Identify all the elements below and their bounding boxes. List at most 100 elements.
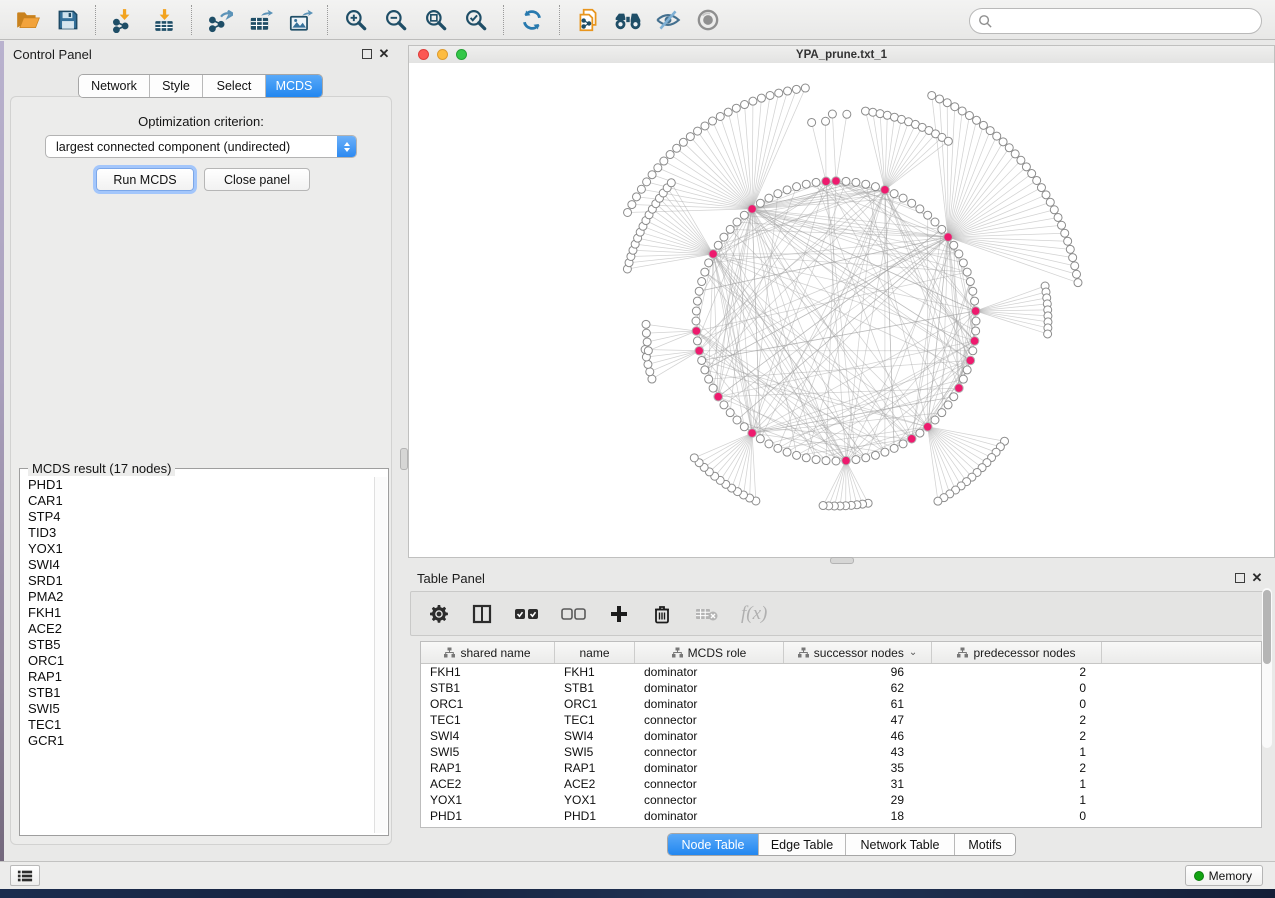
zoom-selected-button[interactable] bbox=[458, 3, 494, 37]
first-neighbors-button[interactable] bbox=[610, 3, 646, 37]
control-panel-title: Control Panel bbox=[13, 47, 92, 62]
mcds-result-item[interactable]: PHD1 bbox=[28, 477, 374, 493]
cell-shared_name: SWI5 bbox=[421, 745, 555, 759]
export-image-button[interactable] bbox=[282, 3, 318, 37]
mcds-result-item[interactable]: FKH1 bbox=[28, 605, 374, 621]
table-row[interactable]: SWI4SWI4dominator462 bbox=[421, 728, 1261, 744]
float-panel-icon[interactable] bbox=[362, 49, 372, 59]
mcds-result-item[interactable]: CAR1 bbox=[28, 493, 374, 509]
mcds-result-item[interactable]: YOX1 bbox=[28, 541, 374, 557]
close-panel-button[interactable]: Close panel bbox=[204, 168, 310, 191]
mcds-result-item[interactable]: GCR1 bbox=[28, 733, 374, 749]
import-table-button[interactable] bbox=[146, 3, 182, 37]
table-panel-title: Table Panel bbox=[417, 571, 485, 586]
cell-name: RAP1 bbox=[555, 761, 635, 775]
toolbar-separator bbox=[559, 5, 561, 35]
clone-network-button[interactable] bbox=[570, 3, 606, 37]
mcds-result-item[interactable]: SWI4 bbox=[28, 557, 374, 573]
cell-successor_nodes: 96 bbox=[784, 665, 932, 679]
show-columns-icon[interactable] bbox=[471, 603, 493, 625]
zoom-out-button[interactable] bbox=[378, 3, 414, 37]
scrollbar-thumb[interactable] bbox=[1263, 590, 1271, 664]
export-table-button[interactable] bbox=[242, 3, 278, 37]
table-row[interactable]: RAP1RAP1dominator352 bbox=[421, 760, 1261, 776]
deselect-all-icon[interactable] bbox=[561, 605, 587, 623]
tab-mcds[interactable]: MCDS bbox=[266, 75, 322, 97]
tab-select[interactable]: Select bbox=[203, 75, 266, 97]
mcds-result-item[interactable]: RAP1 bbox=[28, 669, 374, 685]
mcds-result-item[interactable]: STB5 bbox=[28, 637, 374, 653]
table-options-gear-icon[interactable] bbox=[428, 603, 450, 625]
cell-successor_nodes: 35 bbox=[784, 761, 932, 775]
show-hide-button[interactable] bbox=[690, 3, 726, 37]
mcds-result-item[interactable]: ACE2 bbox=[28, 621, 374, 637]
mcds-result-item[interactable]: STB1 bbox=[28, 685, 374, 701]
float-panel-icon[interactable] bbox=[1235, 573, 1245, 583]
table-row[interactable]: FKH1FKH1dominator962 bbox=[421, 664, 1261, 680]
tab-edge-table[interactable]: Edge Table bbox=[759, 834, 846, 855]
cell-mcds_role: dominator bbox=[635, 809, 784, 823]
run-mcds-button[interactable]: Run MCDS bbox=[96, 168, 194, 191]
tab-motifs[interactable]: Motifs bbox=[955, 834, 1015, 855]
table-row[interactable]: TEC1TEC1connector472 bbox=[421, 712, 1261, 728]
mcds-result-item[interactable]: TID3 bbox=[28, 525, 374, 541]
cell-shared_name: TEC1 bbox=[421, 713, 555, 727]
delete-table-icon[interactable] bbox=[694, 604, 720, 624]
tab-network[interactable]: Network bbox=[79, 75, 150, 97]
column-header-shared-name[interactable]: shared name bbox=[421, 642, 555, 663]
cell-successor_nodes: 62 bbox=[784, 681, 932, 695]
optimization-criterion-select[interactable]: largest connected component (undirected) bbox=[45, 135, 357, 158]
table-row[interactable]: ACE2ACE2connector311 bbox=[421, 776, 1261, 792]
mcds-result-item[interactable]: PMA2 bbox=[28, 589, 374, 605]
mcds-result-item[interactable]: STP4 bbox=[28, 509, 374, 525]
task-history-button[interactable] bbox=[10, 865, 40, 886]
mcds-result-item[interactable]: SWI5 bbox=[28, 701, 374, 717]
mcds-result-item[interactable]: ORC1 bbox=[28, 653, 374, 669]
import-network-button[interactable] bbox=[106, 3, 142, 37]
delete-column-icon[interactable] bbox=[651, 603, 673, 625]
cell-successor_nodes: 31 bbox=[784, 777, 932, 791]
mcds-result-item[interactable]: TEC1 bbox=[28, 717, 374, 733]
import-table-icon bbox=[151, 7, 177, 33]
horizontal-splitter[interactable] bbox=[408, 557, 1275, 565]
cell-name: SWI5 bbox=[555, 745, 635, 759]
save-session-button[interactable] bbox=[50, 3, 86, 37]
close-panel-icon[interactable]: ✕ bbox=[1250, 571, 1264, 585]
splitter-grip[interactable] bbox=[400, 448, 408, 470]
mcds-result-list[interactable]: PHD1CAR1STP4TID3YOX1SWI4SRD1PMA2FKH1ACE2… bbox=[20, 477, 374, 833]
zoom-fit-button[interactable] bbox=[418, 3, 454, 37]
column-header-MCDS-role[interactable]: MCDS role bbox=[635, 642, 784, 663]
tab-style[interactable]: Style bbox=[150, 75, 203, 97]
network-window-titlebar[interactable]: YPA_prune.txt_1 bbox=[409, 46, 1274, 64]
tab-network-table[interactable]: Network Table bbox=[846, 834, 955, 855]
graphics-details-button[interactable] bbox=[650, 3, 686, 37]
close-panel-icon[interactable]: ✕ bbox=[377, 47, 391, 61]
vertical-splitter[interactable] bbox=[400, 41, 408, 860]
table-row[interactable]: SWI5SWI5connector431 bbox=[421, 744, 1261, 760]
select-all-icon[interactable] bbox=[514, 605, 540, 623]
memory-button[interactable]: Memory bbox=[1185, 865, 1263, 886]
function-builder-icon[interactable]: f(x) bbox=[741, 603, 767, 625]
mcds-list-scrollbar[interactable] bbox=[374, 477, 387, 833]
table-row[interactable]: PHD1PHD1dominator180 bbox=[421, 808, 1261, 824]
splitter-grip[interactable] bbox=[830, 557, 854, 564]
column-header-successor-nodes[interactable]: successor nodes⌄ bbox=[784, 642, 932, 663]
open-file-button[interactable] bbox=[10, 3, 46, 37]
mcds-result-item[interactable]: SRD1 bbox=[28, 573, 374, 589]
add-column-icon[interactable] bbox=[608, 603, 630, 625]
zoom-in-icon bbox=[343, 7, 369, 33]
table-row[interactable]: YOX1YOX1connector291 bbox=[421, 792, 1261, 808]
refresh-button[interactable] bbox=[514, 3, 550, 37]
tree-icon bbox=[444, 647, 455, 658]
search-input[interactable] bbox=[993, 11, 1261, 31]
tab-node-table[interactable]: Node Table bbox=[668, 834, 759, 855]
column-header-predecessor-nodes[interactable]: predecessor nodes bbox=[932, 642, 1102, 663]
table-scrollbar[interactable] bbox=[1262, 588, 1272, 748]
table-row[interactable]: ORC1ORC1dominator610 bbox=[421, 696, 1261, 712]
table-tabs: Node TableEdge TableNetwork TableMotifs bbox=[408, 833, 1275, 856]
zoom-in-button[interactable] bbox=[338, 3, 374, 37]
column-header-name[interactable]: name bbox=[555, 642, 635, 663]
table-row[interactable]: STB1STB1dominator620 bbox=[421, 680, 1261, 696]
network-canvas[interactable] bbox=[409, 63, 1274, 557]
export-network-button[interactable] bbox=[202, 3, 238, 37]
